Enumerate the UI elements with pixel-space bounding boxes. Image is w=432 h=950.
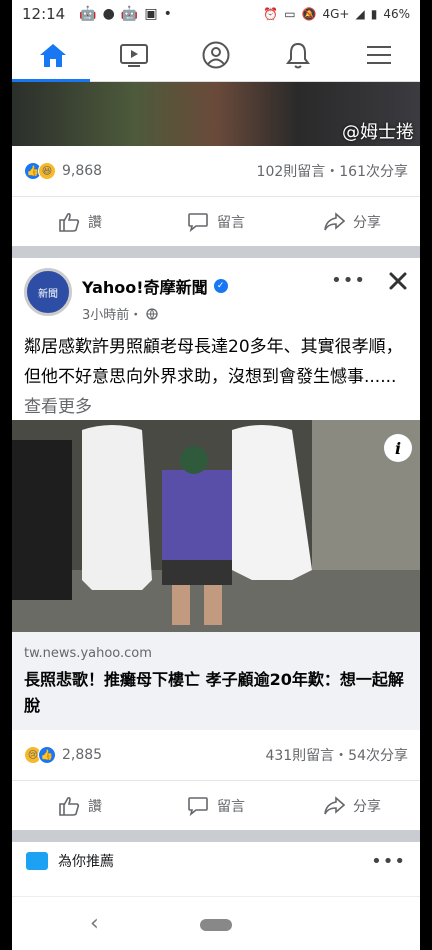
comment-icon [188,796,208,816]
menu-icon [367,45,392,64]
system-nav-bar: ‹ [12,896,420,950]
comment-share-stats[interactable]: 102則留言・161次分享 [257,161,408,181]
alarm-icon: ⏰ [263,7,279,21]
clock: 12:14 [22,5,66,23]
recommended-header: 為你推薦 ••• [12,842,420,880]
feed-divider [12,830,420,842]
previous-post-image[interactable]: @姆士捲 [12,82,420,146]
comment-label: 留言 [217,214,245,231]
thumbs-up-icon [59,212,80,232]
bell-icon [285,42,310,68]
thumbs-up-icon [59,796,80,816]
globe-icon [146,307,158,320]
haha-reaction-icon: 😆 [38,162,56,180]
reaction-count: 9,868 [62,163,103,179]
previous-post-reactions[interactable]: 👍 😆 9,868 102則留言・161次分享 [12,146,420,196]
back-icon[interactable]: ‹ [90,911,99,936]
android-icon-2: 🤖 [120,6,139,22]
post-reactions[interactable]: 😢 👍 2,885 431則留言・54次分享 [12,730,420,780]
share-button[interactable]: 分享 [284,795,420,817]
post-photo[interactable]: i [12,420,420,632]
cast-icon: ▭ [284,7,296,21]
share-label: 分享 [353,214,381,231]
nav-profile[interactable] [175,28,257,81]
post-actions: 讚 留言 分享 [12,780,420,830]
watch-icon [26,852,48,870]
verified-badge-icon: ✓ [213,279,228,293]
profile-icon [202,41,230,68]
reaction-count: 2,885 [62,747,103,763]
comment-share-stats[interactable]: 431則留言・54次分享 [265,745,408,765]
app-screen: 12:14 🤖 ● 🤖 ▣ • ⏰ ▭ 🔕 4G+ ◢ ▮ 46% @姆士捲 👍… [12,0,420,950]
post-meta: 3小時前・ [82,304,228,323]
avatar-label: 新聞 [38,288,58,300]
home-icon [39,43,66,67]
nav-menu[interactable] [338,28,420,81]
dot-icon: • [163,6,172,22]
main-nav [12,28,420,82]
link-preview-card[interactable]: tw.news.yahoo.com 長照悲歌！推癱母下樓亡 孝子顧逾20年歎：想… [12,632,420,730]
share-icon [324,211,345,230]
comment-icon [188,212,208,232]
link-title: 長照悲歌！推癱母下樓亡 孝子顧逾20年歎：想一起解脫 [24,670,404,715]
network-label: 4G+ [322,7,350,21]
info-icon[interactable]: i [384,434,412,462]
signal-icon: ◢ [355,7,365,21]
status-bar: 12:14 🤖 ● 🤖 ▣ • ⏰ ▭ 🔕 4G+ ◢ ▮ 46% [12,0,420,28]
battery-percent: 46% [383,7,410,21]
more-options-icon[interactable]: ••• [371,851,406,872]
home-pill-button[interactable] [200,919,232,931]
share-label: 分享 [353,798,381,815]
like-label: 讚 [88,214,102,231]
battery-icon: ▮ [370,7,378,21]
more-options-icon[interactable]: ••• [331,270,366,291]
mute-icon: 🔕 [301,7,317,21]
recommended-label: 為你推薦 [58,854,114,870]
post-header: 新聞 Yahoo!奇摩新聞 ✓ 3小時前・ ••• [12,258,420,328]
image-watermark: @姆士捲 [342,122,414,143]
post-body: 鄰居感歎許男照顧老母長達20多年、其實很孝順，但他不好意思向外界求助，沒想到會發… [24,337,403,387]
feed-divider [12,246,420,258]
video-icon [120,43,149,67]
like-reaction-icon: 👍 [38,746,56,764]
page-name[interactable]: Yahoo!奇摩新聞 [82,274,208,298]
post-text: 鄰居感歎許男照顧老母長達20多年、其實很孝順，但他不好意思向外界求助，沒想到會發… [12,328,420,420]
clipboard-icon: ▣ [144,6,158,22]
share-icon [324,795,345,814]
like-button[interactable]: 讚 [12,211,148,233]
see-more-link[interactable]: 查看更多 [24,397,92,417]
link-domain: tw.news.yahoo.com [24,646,152,661]
nav-notifications[interactable] [257,28,339,81]
messenger-icon: ● [102,6,115,22]
android-icon: 🤖 [79,6,97,22]
previous-post-actions: 讚 留言 分享 [12,196,420,246]
like-button[interactable]: 讚 [12,795,148,817]
news-photo [12,420,420,632]
post-timestamp[interactable]: 3小時前・ [82,304,142,323]
comment-label: 留言 [217,798,245,815]
comment-button[interactable]: 留言 [148,211,284,233]
like-label: 讚 [88,798,102,815]
nav-home[interactable] [12,28,94,81]
comment-button[interactable]: 留言 [148,795,284,817]
page-name-row: Yahoo!奇摩新聞 ✓ [82,274,228,298]
close-icon[interactable] [388,271,408,291]
page-avatar[interactable]: 新聞 [24,268,72,316]
nav-watch[interactable] [94,28,176,81]
share-button[interactable]: 分享 [284,211,420,233]
